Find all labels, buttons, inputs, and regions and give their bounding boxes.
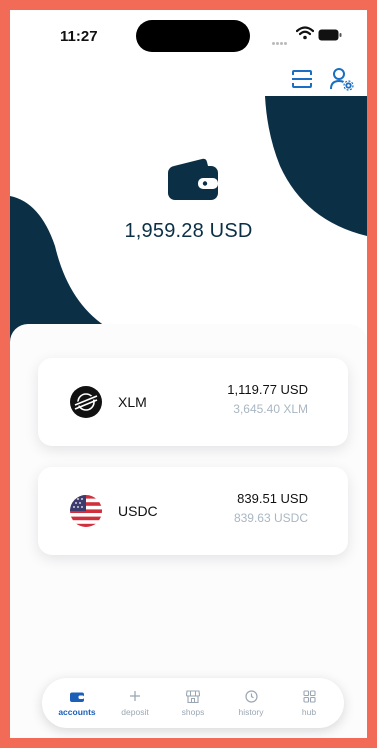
nav-history[interactable]: history (223, 689, 279, 717)
nav-label: deposit (121, 707, 149, 717)
nav-deposit[interactable]: deposit (107, 689, 163, 717)
account-name: USDC (118, 503, 158, 519)
account-crypto-value: 3,645.40 XLM (233, 402, 308, 416)
nav-label: accounts (58, 707, 96, 717)
user-settings-icon (330, 68, 354, 91)
wifi-icon (296, 26, 314, 40)
nav-label: history (238, 707, 264, 717)
top-actions (289, 66, 355, 92)
nav-label: hub (301, 707, 317, 717)
wallet-icon (69, 689, 85, 703)
account-fiat-value: 1,119.77 USD (227, 382, 308, 397)
nav-accounts[interactable]: accounts (49, 689, 105, 717)
nav-hub[interactable]: hub (281, 689, 337, 717)
total-balance: 1,959.28 USD (124, 220, 253, 242)
nav-label: shops (181, 707, 205, 717)
wallet-icon (168, 158, 218, 200)
app-screen: 11:27 1,959.28 USD XLM 1,119.77 USD 3,64… (10, 10, 367, 738)
scan-icon (292, 70, 312, 88)
battery-icon (318, 29, 342, 41)
account-card-xlm[interactable]: XLM 1,119.77 USD 3,645.40 XLM (38, 358, 348, 446)
scan-button[interactable] (289, 66, 315, 92)
grid-icon (301, 689, 317, 703)
device-frame: 11:27 1,959.28 USD XLM 1,119.77 USD 3,64… (0, 0, 377, 748)
signal-icon (272, 32, 292, 45)
status-time: 11:27 (60, 28, 98, 45)
dynamic-island (136, 20, 250, 52)
bottom-nav: accounts deposit shops history hub (42, 678, 344, 728)
storefront-icon (185, 689, 201, 703)
decorative-blob-top-right (265, 96, 367, 236)
nav-shops[interactable]: shops (165, 689, 221, 717)
us-flag-icon (70, 495, 102, 527)
account-crypto-value: 839.63 USDC (233, 511, 308, 525)
plus-icon (127, 689, 143, 703)
clock-icon (243, 689, 259, 703)
account-card-usdc[interactable]: USDC 839.51 USD 839.63 USDC (38, 467, 348, 555)
profile-settings-button[interactable] (329, 66, 355, 92)
stellar-icon (70, 386, 102, 418)
accounts-panel: XLM 1,119.77 USD 3,645.40 XLM USDC 839.5… (10, 324, 367, 738)
account-name: XLM (118, 394, 147, 410)
account-fiat-value: 839.51 USD (237, 491, 308, 506)
